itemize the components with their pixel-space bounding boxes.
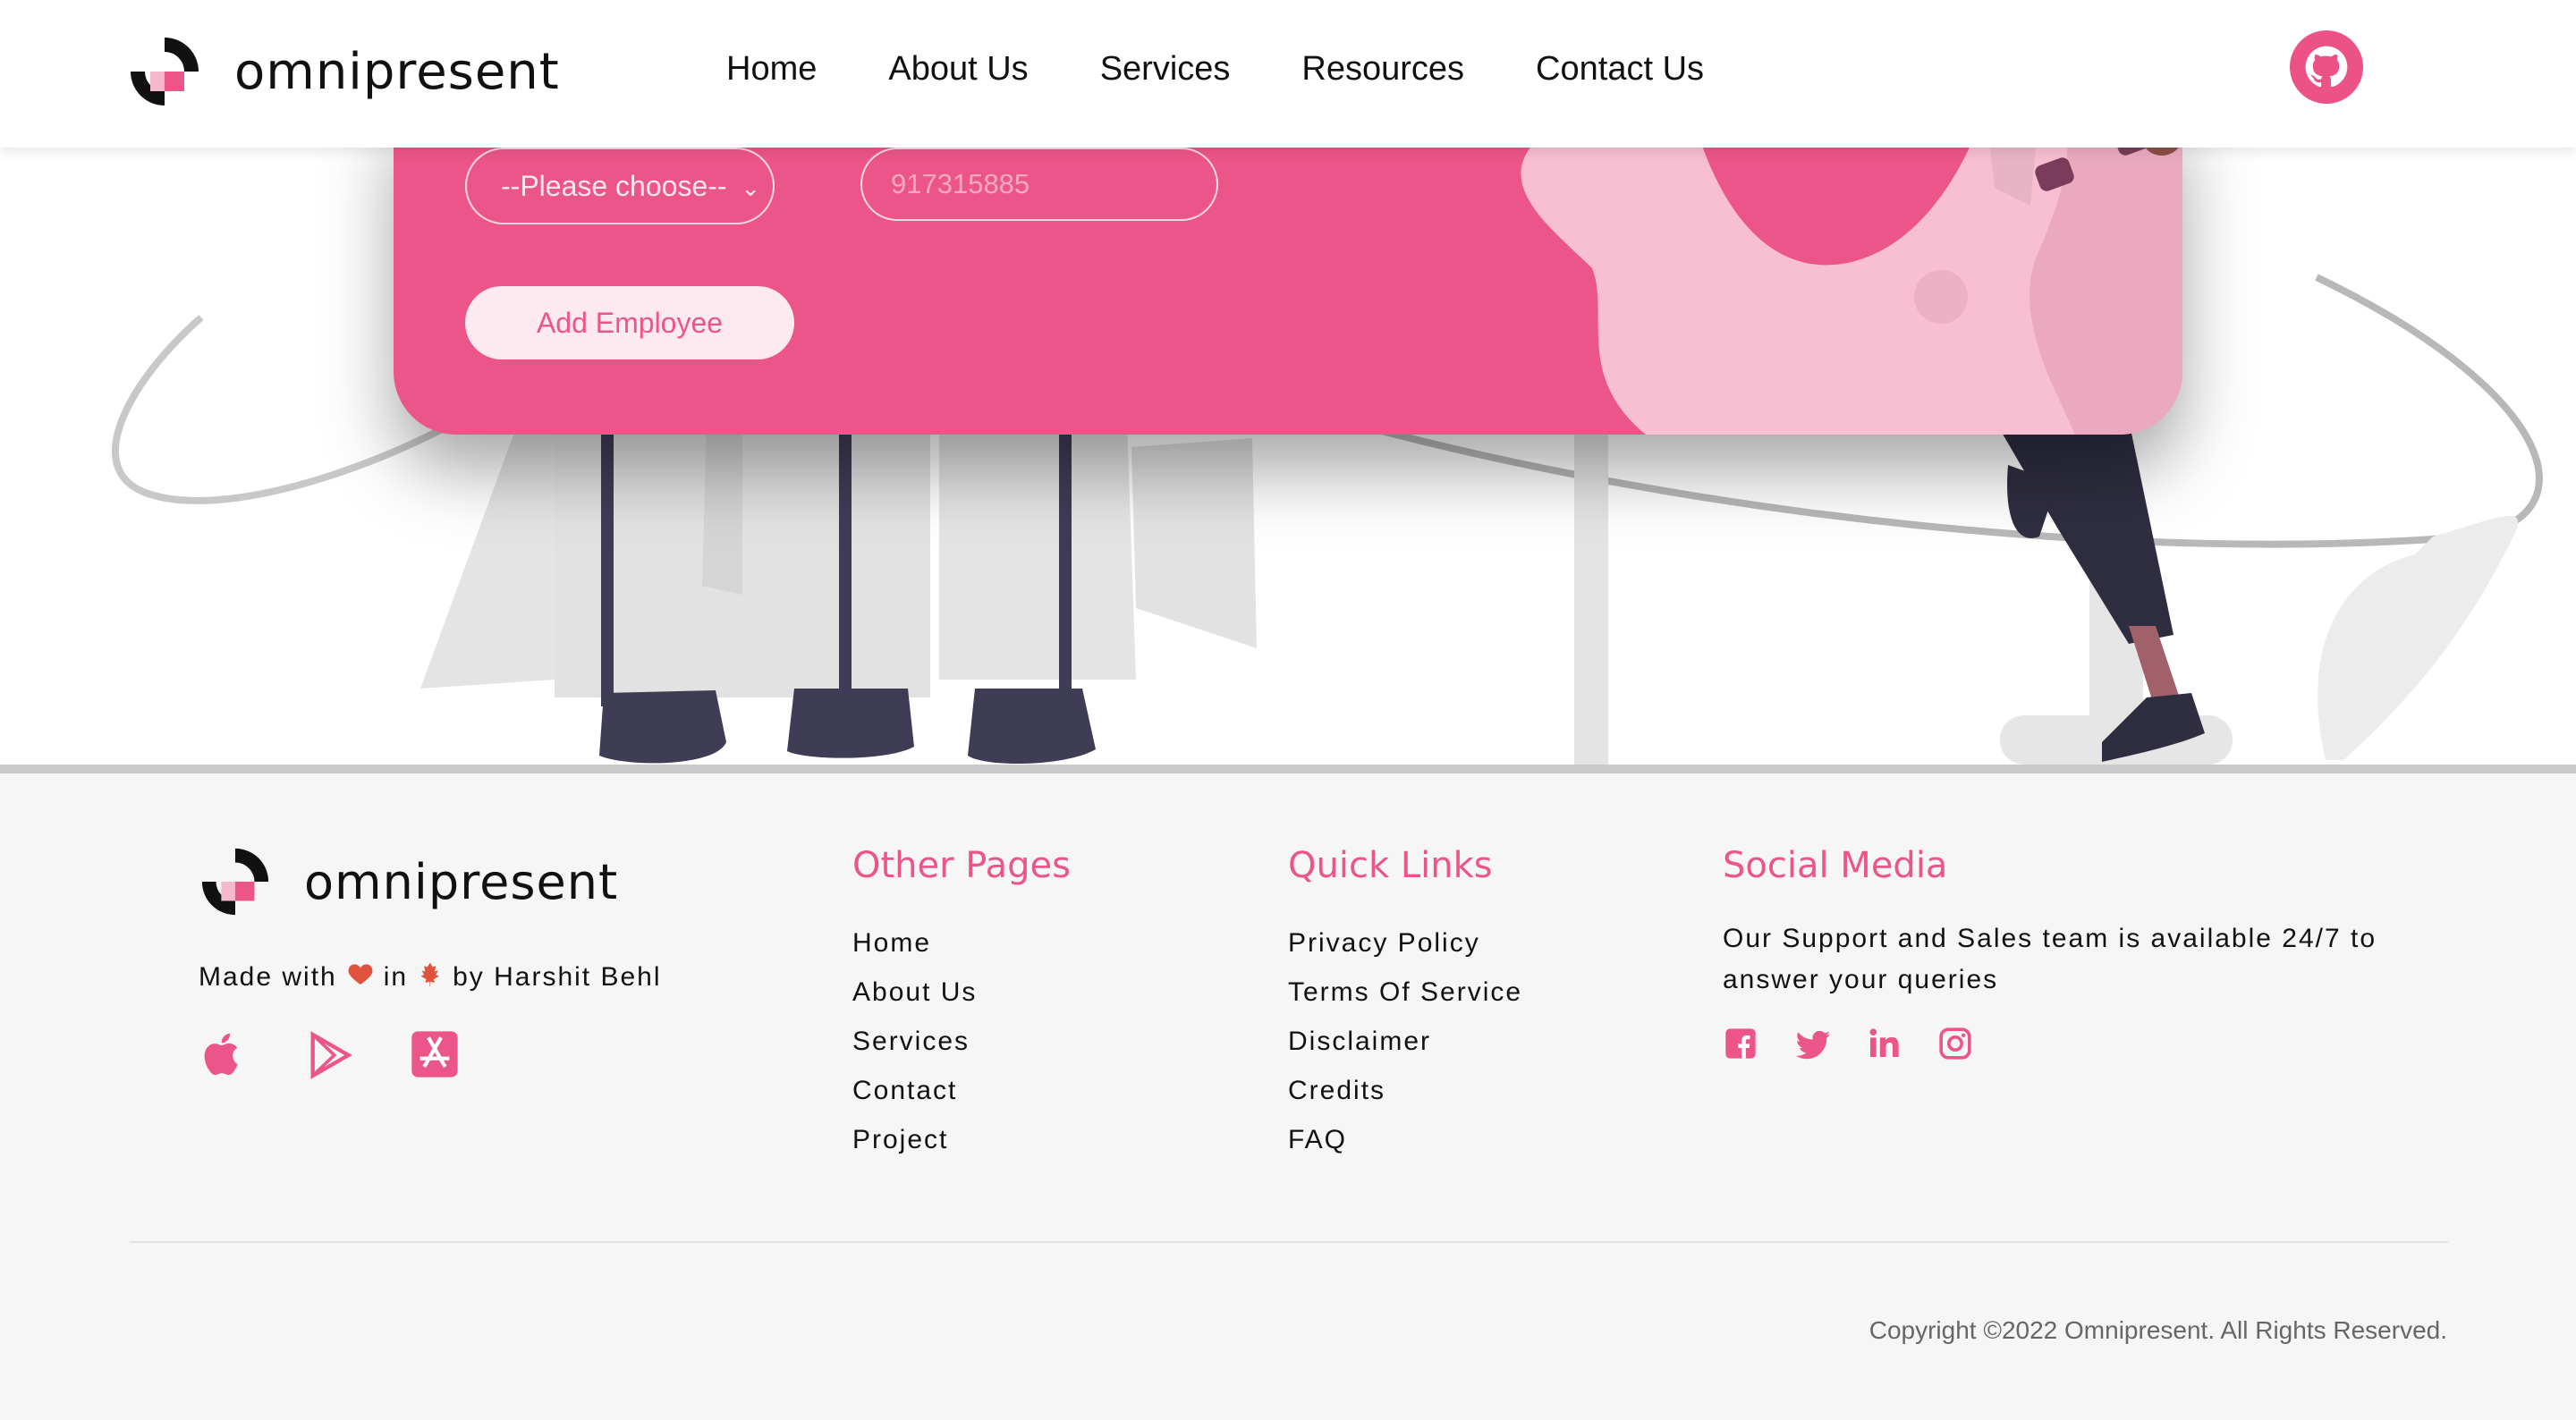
department-select[interactable]: --Please choose-- ⌄	[465, 148, 775, 224]
social-media-title: Social Media	[1723, 845, 1948, 886]
omnipresent-logo-icon	[131, 38, 199, 106]
footer-link-about-us[interactable]: About Us	[852, 968, 1071, 1017]
maple-leaf-icon	[417, 960, 444, 994]
add-employee-card: --Please choose-- ⌄ 917315885 Add Employ…	[394, 107, 2182, 435]
footer-link-credits[interactable]: Credits	[1288, 1066, 1522, 1115]
other-pages-column: Other Pages Home About Us Services Conta…	[852, 845, 1071, 1164]
footer-link-home[interactable]: Home	[852, 918, 1071, 968]
heart-icon	[346, 959, 375, 995]
brand-name: omnipresent	[234, 42, 560, 101]
other-pages-title: Other Pages	[852, 845, 1071, 886]
footer-brand-name: omnipresent	[304, 853, 619, 910]
footer-link-faq[interactable]: FAQ	[1288, 1115, 1522, 1164]
footer-brand-logo[interactable]: omnipresent	[199, 845, 618, 918]
card-illustration	[1521, 107, 2182, 435]
linkedin-icon[interactable]	[1866, 1026, 1905, 1065]
nav-resources[interactable]: Resources	[1301, 50, 1464, 89]
social-media-column: Social Media Our Support and Sales team …	[1723, 845, 2402, 1065]
nav-home[interactable]: Home	[726, 50, 817, 89]
github-icon[interactable]	[2290, 30, 2363, 104]
footer: omnipresent Made with in by Harshit Behl…	[0, 773, 2576, 1420]
footer-link-terms-of-service[interactable]: Terms Of Service	[1288, 968, 1522, 1017]
facebook-icon[interactable]	[1723, 1026, 1762, 1065]
phone-input[interactable]: 917315885	[860, 148, 1218, 221]
quick-links-title: Quick Links	[1288, 845, 1493, 886]
footer-top-border	[0, 765, 2576, 773]
omnipresent-logo-icon	[201, 848, 269, 916]
footer-link-privacy-policy[interactable]: Privacy Policy	[1288, 918, 1522, 968]
footer-link-contact[interactable]: Contact	[852, 1066, 1071, 1115]
instagram-icon[interactable]	[1937, 1026, 1977, 1065]
brand-logo[interactable]: omnipresent	[127, 34, 560, 109]
add-employee-button[interactable]: Add Employee	[465, 286, 794, 359]
copyright-text: Copyright ©2022 Omnipresent. All Rights …	[1868, 1316, 2447, 1344]
nav-about-us[interactable]: About Us	[888, 50, 1028, 89]
footer-divider	[130, 1241, 2448, 1243]
nav-contact-us[interactable]: Contact Us	[1536, 50, 1704, 89]
app-store-icon[interactable]	[410, 1029, 463, 1083]
made-with-text: Made with in by Harshit Behl	[199, 959, 662, 995]
nav-services[interactable]: Services	[1100, 50, 1231, 89]
chevron-down-icon: ⌄	[741, 174, 760, 201]
footer-link-services[interactable]: Services	[852, 1017, 1071, 1066]
footer-link-disclaimer[interactable]: Disclaimer	[1288, 1017, 1522, 1066]
store-icons	[199, 1029, 515, 1083]
quick-links-column: Quick Links Privacy Policy Terms Of Serv…	[1288, 845, 1522, 1164]
footer-link-project[interactable]: Project	[852, 1115, 1071, 1164]
top-navbar: omnipresent Home About Us Services Resou…	[0, 0, 2576, 148]
google-play-icon[interactable]	[304, 1029, 358, 1083]
main-nav: Home About Us Services Resources Contact…	[726, 50, 1775, 89]
apple-icon[interactable]	[199, 1029, 252, 1083]
twitter-icon[interactable]	[1794, 1026, 1834, 1065]
social-icons	[1723, 1026, 2402, 1065]
support-text: Our Support and Sales team is available …	[1723, 924, 2377, 994]
